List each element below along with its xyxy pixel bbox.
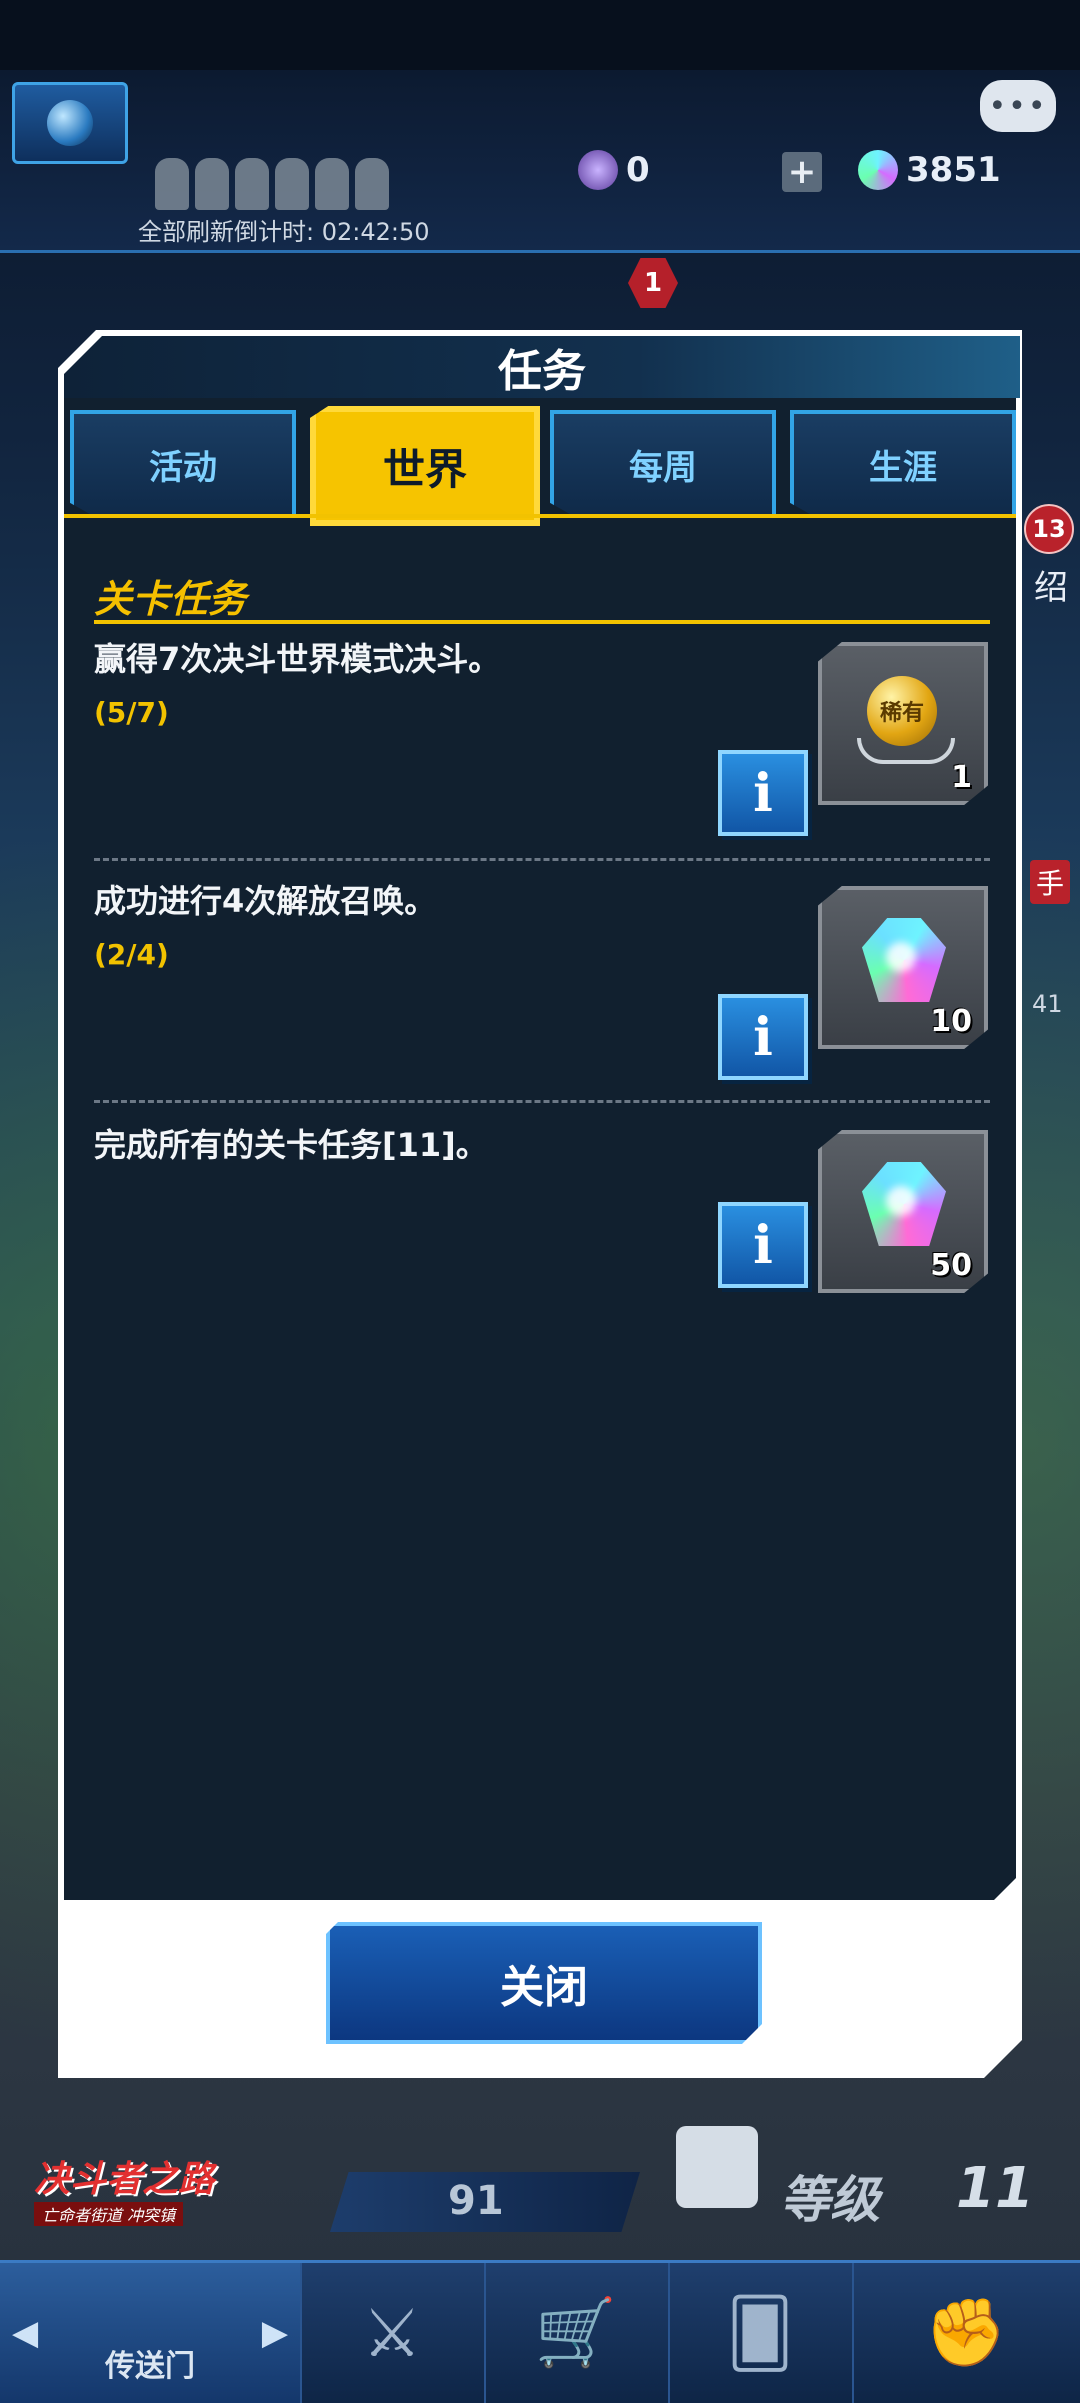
divider bbox=[94, 1100, 990, 1103]
tab-career[interactable]: 生涯 bbox=[790, 410, 1016, 518]
side-number: 41 bbox=[1032, 990, 1063, 1018]
orb-currency: 0 bbox=[578, 150, 650, 190]
level-label: 等级 bbox=[780, 2171, 880, 2229]
member-slots bbox=[155, 158, 389, 210]
right-arrow-icon[interactable]: ▶ bbox=[262, 2313, 288, 2353]
gem-count: 3851 bbox=[906, 150, 1001, 190]
member-icon bbox=[235, 158, 269, 210]
bottom-navbar: ◀ ▶ 传送门 ⚔ 🛒 🂠 ✊ bbox=[0, 2260, 1080, 2403]
medal-label: 稀有 bbox=[879, 701, 924, 726]
road-subtitle: 亡命者街道 冲突镇 bbox=[34, 2202, 184, 2226]
orb-icon bbox=[578, 150, 618, 190]
reward-quantity: 10 bbox=[930, 1004, 972, 1039]
add-gems-button[interactable]: + bbox=[782, 152, 822, 192]
mission-info-button[interactable]: i bbox=[718, 994, 808, 1080]
deck-cards-icon: 🂠 bbox=[726, 2294, 794, 2372]
mission-info-button[interactable]: i bbox=[718, 1202, 808, 1288]
globe-icon bbox=[47, 100, 93, 146]
level-icon bbox=[676, 2126, 758, 2208]
refresh-countdown: 全部刷新倒计时: 02:42:50 bbox=[138, 218, 430, 246]
orb-count: 0 bbox=[626, 150, 650, 190]
member-icon bbox=[355, 158, 389, 210]
tab-activity[interactable]: 活动 bbox=[70, 410, 296, 518]
nav-shop[interactable]: 🛒 bbox=[484, 2263, 670, 2403]
world-globe-button[interactable] bbox=[12, 82, 128, 164]
member-icon bbox=[195, 158, 229, 210]
stamina-value: 91 bbox=[448, 2178, 504, 2224]
side-label: 绍 bbox=[1034, 568, 1068, 608]
nav-guild[interactable]: ✊ bbox=[852, 2263, 1080, 2403]
gem-currency: 3851 bbox=[858, 150, 1001, 190]
guild-fist-icon: ✊ bbox=[924, 2294, 1008, 2371]
duelist-road-banner[interactable]: 决斗者之路 亡命者街道 冲突镇 bbox=[34, 2150, 334, 2226]
chat-dots: ••• bbox=[988, 88, 1048, 124]
nav-duel[interactable]: ⚔ bbox=[300, 2263, 486, 2403]
reward-quantity: 50 bbox=[930, 1248, 972, 1283]
tab-weekly[interactable]: 每周 bbox=[550, 410, 776, 518]
nav-portal[interactable]: ◀ ▶ 传送门 bbox=[0, 2263, 302, 2403]
status-bar bbox=[0, 0, 1080, 70]
member-icon bbox=[155, 158, 189, 210]
level-value: 11 bbox=[956, 2156, 1034, 2221]
tab-underline bbox=[64, 514, 1016, 518]
reward-slot[interactable]: 10 bbox=[818, 886, 988, 1049]
reward-quantity: 1 bbox=[951, 760, 972, 795]
close-button[interactable]: 关闭 bbox=[326, 1922, 762, 2044]
shop-cart-icon: 🛒 bbox=[534, 2294, 618, 2371]
duel-swords-icon: ⚔ bbox=[362, 2294, 422, 2372]
portal-label: 传送门 bbox=[105, 2349, 195, 2384]
side-hand-label: 手 bbox=[1030, 860, 1071, 904]
side-badge: 13 bbox=[1024, 504, 1074, 554]
laurel-icon bbox=[857, 738, 955, 764]
reward-slot[interactable]: 50 bbox=[818, 1130, 988, 1293]
road-title: 决斗者之路 bbox=[34, 2159, 215, 2200]
gem-shine bbox=[886, 1186, 916, 1216]
rare-medal-icon: 稀有 bbox=[867, 676, 937, 746]
nav-deck[interactable]: 🂠 bbox=[668, 2263, 854, 2403]
member-icon bbox=[315, 158, 349, 210]
chat-button[interactable]: ••• bbox=[980, 80, 1056, 132]
gem-icon bbox=[858, 150, 898, 190]
member-icon bbox=[275, 158, 309, 210]
gem-shine bbox=[886, 942, 916, 972]
divider bbox=[94, 858, 990, 861]
mission-info-button[interactable]: i bbox=[718, 750, 808, 836]
section-header: 关卡任务 bbox=[94, 568, 990, 624]
left-arrow-icon[interactable]: ◀ bbox=[12, 2313, 38, 2353]
reward-slot[interactable]: 稀有 1 bbox=[818, 642, 988, 805]
tab-world[interactable]: 世界 bbox=[310, 406, 540, 526]
tab-bar: 活动 世界 每周 生涯 bbox=[70, 406, 1016, 526]
section-title: 关卡任务 bbox=[94, 577, 247, 621]
dialog-title: 任务 bbox=[64, 336, 1020, 398]
